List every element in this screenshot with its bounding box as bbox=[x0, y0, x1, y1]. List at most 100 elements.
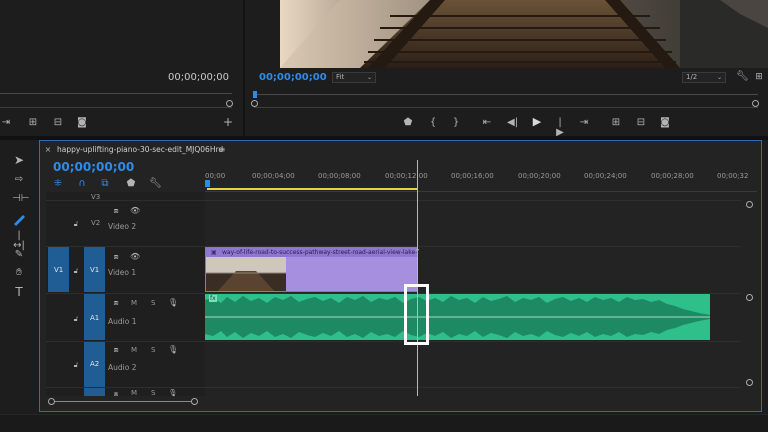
solo-button[interactable]: S bbox=[151, 299, 155, 307]
pen-tool-icon[interactable]: ✎ bbox=[12, 250, 26, 260]
highlight-box bbox=[404, 284, 429, 345]
scroll-right-handle[interactable] bbox=[191, 398, 198, 405]
fit-select[interactable]: Fit ⌄ bbox=[332, 72, 376, 83]
scroll-left-handle[interactable] bbox=[48, 398, 55, 405]
microphone-icon[interactable]: 🎙︎ bbox=[168, 298, 178, 308]
timeline-settings-wrench-icon[interactable]: 🔧︎ bbox=[149, 179, 162, 189]
play-icon[interactable]: ▶ bbox=[531, 116, 543, 127]
slip-tool-icon[interactable]: |↔| bbox=[12, 231, 26, 251]
microphone-icon[interactable]: 🎙︎ bbox=[168, 388, 178, 398]
program-timecode[interactable]: 00;00;00;00 bbox=[259, 72, 327, 83]
lock-icon[interactable]: 🔓︎ bbox=[72, 266, 80, 276]
ripple-edit-tool-icon[interactable]: ⊣⊢ bbox=[12, 194, 29, 204]
ruler-label: 00;00;04;00 bbox=[252, 172, 295, 180]
audio-clip[interactable]: fx bbox=[205, 294, 710, 340]
add-button-icon[interactable]: + bbox=[222, 116, 234, 128]
work-area-bar[interactable] bbox=[207, 188, 418, 190]
track-v2-id: V2 bbox=[91, 219, 101, 227]
mute-button[interactable]: M bbox=[131, 389, 137, 397]
overwrite-icon[interactable]: ⇥ bbox=[0, 118, 12, 128]
linked-selection-icon[interactable]: ⧉ bbox=[100, 179, 110, 189]
source-monitor-panel bbox=[0, 0, 243, 136]
hand-tool-icon[interactable]: ✋︎ bbox=[12, 268, 26, 278]
camera-icon[interactable]: ◙ bbox=[76, 118, 88, 128]
mute-button[interactable]: M bbox=[131, 299, 137, 307]
export-frame-camera-icon[interactable]: ◙ bbox=[659, 118, 671, 128]
program-scrub-bar[interactable] bbox=[254, 94, 758, 95]
chevron-down-icon: ⌄ bbox=[366, 74, 372, 81]
razor-tool-icon[interactable] bbox=[12, 211, 26, 226]
track-select-tool-icon[interactable]: ⇨ bbox=[12, 175, 26, 185]
program-scrub-end-handle[interactable] bbox=[752, 100, 759, 107]
extract-icon[interactable]: ⊟ bbox=[634, 118, 648, 128]
track-v2-name: Video 2 bbox=[108, 222, 137, 231]
sync-lock-icon[interactable]: ⧈ bbox=[111, 345, 121, 355]
insert-clip-icon[interactable]: ⊞ bbox=[26, 118, 40, 128]
add-marker-icon[interactable]: ⬟ bbox=[403, 118, 413, 128]
mark-out-icon[interactable]: } bbox=[452, 118, 460, 128]
ruler-label: 00;00;32 bbox=[717, 172, 749, 180]
program-scrub-start-handle[interactable] bbox=[251, 100, 258, 107]
vertical-zoom-handle[interactable] bbox=[746, 294, 753, 301]
sync-lock-icon[interactable]: ⧈ bbox=[111, 298, 121, 308]
mark-in-icon[interactable]: { bbox=[429, 118, 437, 128]
lock-icon[interactable]: 🔓︎ bbox=[72, 360, 80, 370]
step-back-icon[interactable]: ◀| bbox=[507, 118, 518, 128]
lift-icon[interactable]: ⊞ bbox=[609, 118, 623, 128]
eye-icon[interactable]: 👁︎ bbox=[130, 252, 140, 262]
snap-icon[interactable]: ∩ bbox=[77, 179, 87, 189]
audio-waveform bbox=[205, 296, 710, 338]
source-scrub-end-handle[interactable] bbox=[226, 100, 233, 107]
program-ruler bbox=[254, 107, 758, 108]
track-divider bbox=[46, 200, 741, 201]
track-v3-label: V3 bbox=[91, 193, 101, 201]
vertical-zoom-handle[interactable] bbox=[746, 201, 753, 208]
eye-icon[interactable]: 👁︎ bbox=[130, 206, 140, 216]
timeline-playhead-handle[interactable] bbox=[205, 180, 210, 187]
horizontal-scrollbar[interactable] bbox=[48, 398, 198, 405]
source-timecode[interactable]: 00;00;00;00 bbox=[168, 72, 229, 83]
fit-select-value: Fit bbox=[336, 73, 345, 81]
pier-image bbox=[280, 0, 768, 68]
wrench-icon[interactable]: 🔧︎ bbox=[736, 72, 749, 82]
solo-button[interactable]: S bbox=[151, 389, 155, 397]
tab-menu-icon[interactable]: ≡ bbox=[218, 145, 226, 155]
go-to-out-icon[interactable]: ⇥ bbox=[578, 118, 590, 128]
lock-icon[interactable]: 🔓︎ bbox=[72, 219, 80, 229]
source-scrub-bar[interactable] bbox=[0, 93, 232, 94]
video-clip[interactable]: ▣ way-of-life-road-to-success-pathway-st… bbox=[205, 247, 418, 292]
close-tab-icon[interactable]: × bbox=[44, 145, 52, 155]
microphone-icon[interactable]: 🎙︎ bbox=[168, 345, 178, 355]
solo-button[interactable]: S bbox=[151, 346, 155, 354]
sync-lock-icon[interactable]: ⧈ bbox=[111, 206, 121, 216]
type-tool-icon[interactable]: T bbox=[12, 286, 26, 298]
program-playhead-marker[interactable] bbox=[253, 91, 257, 98]
ruler-label: 00;00 bbox=[205, 172, 226, 180]
selection-tool-icon[interactable]: ➤ bbox=[12, 154, 26, 166]
scroll-thumb[interactable] bbox=[55, 401, 191, 402]
timeline-timecode[interactable]: 00;00;00;00 bbox=[53, 160, 134, 174]
resolution-select[interactable]: 1/2 ⌄ bbox=[682, 72, 726, 83]
track-v1-name: Video 1 bbox=[108, 268, 137, 277]
sync-lock-icon[interactable]: ⧈ bbox=[111, 252, 121, 262]
step-forward-icon[interactable]: |▶ bbox=[555, 118, 565, 138]
settings-overflow-icon[interactable]: ⊞ bbox=[754, 72, 764, 82]
mute-button[interactable]: M bbox=[131, 346, 137, 354]
audio-clip-badge: fx bbox=[209, 295, 217, 302]
ruler-label: 00;00;16;00 bbox=[451, 172, 494, 180]
track-target-a3[interactable] bbox=[84, 388, 105, 396]
resolution-select-value: 1/2 bbox=[686, 73, 698, 81]
sequence-tab-title[interactable]: happy-uplifting-piano-30-sec-edit_MJQ06H… bbox=[57, 145, 223, 154]
track-a2-id: A2 bbox=[90, 360, 100, 368]
timeline-playhead-line[interactable] bbox=[417, 160, 418, 396]
overlay-clip-icon[interactable]: ⊟ bbox=[51, 118, 65, 128]
nest-icon[interactable]: ⁜ bbox=[53, 179, 63, 189]
track-v1-id: V1 bbox=[90, 266, 100, 274]
ruler-label: 00;00;20;00 bbox=[518, 172, 561, 180]
video-clip-label: way-of-life-road-to-success-pathway-stre… bbox=[222, 249, 418, 256]
add-marker-icon[interactable]: ⬟ bbox=[126, 179, 136, 189]
lock-icon[interactable]: 🔓︎ bbox=[72, 314, 80, 324]
go-to-in-icon[interactable]: ⇤ bbox=[481, 118, 493, 128]
source-ruler bbox=[0, 107, 232, 108]
vertical-zoom-handle[interactable] bbox=[746, 379, 753, 386]
